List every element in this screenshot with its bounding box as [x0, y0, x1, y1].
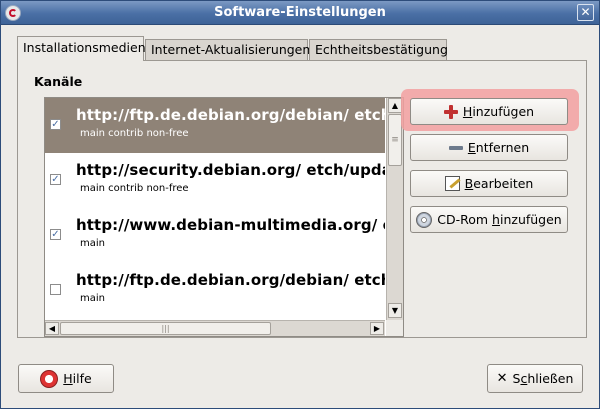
- remove-button[interactable]: Entfernen: [410, 134, 568, 161]
- channel-checkbox[interactable]: ✓: [50, 174, 61, 185]
- vertical-scroll-thumb[interactable]: ≡: [388, 114, 402, 166]
- add-cdrom-button[interactable]: CD-Rom hinzufügen: [410, 206, 568, 233]
- add-cdrom-button-label: CD-Rom hinzufügen: [437, 212, 562, 227]
- tab-authentication[interactable]: Echtheitsbestätigung: [309, 39, 448, 60]
- window-title: Software-Einstellungen: [214, 5, 386, 20]
- title-bar: Software-Einstellungen ✕: [1, 1, 599, 25]
- add-icon: [443, 104, 458, 119]
- tab-installation-media[interactable]: Installationsmedien: [17, 36, 146, 61]
- close-button-label: Schließen: [512, 371, 574, 386]
- channel-uri: http://ftp.de.debian.org/debian/ etch: [76, 106, 385, 124]
- remove-icon: [448, 145, 463, 150]
- channel-components: main: [80, 293, 105, 304]
- window-menu-icon[interactable]: [5, 5, 21, 21]
- vertical-scrollbar[interactable]: ▲ ≡ ▼: [386, 98, 403, 320]
- help-button-label: Hilfe: [63, 371, 92, 386]
- channel-row[interactable]: ✓ http://ftp.de.debian.org/debian/ etch …: [45, 98, 385, 153]
- channel-uri: http://www.debian-multimedia.org/ etch: [76, 216, 385, 234]
- close-button[interactable]: ✕ Schließen: [487, 364, 583, 393]
- scroll-up-arrow-icon[interactable]: ▲: [388, 98, 402, 113]
- channel-row[interactable]: ✓ http://www.debian-multimedia.org/ etch…: [45, 208, 385, 263]
- horizontal-scroll-thumb[interactable]: |||: [60, 322, 271, 335]
- channel-components: main: [80, 238, 105, 249]
- channel-checkbox[interactable]: ✓: [50, 229, 61, 240]
- channel-uri: http://security.debian.org/ etch/updates: [76, 161, 385, 179]
- channel-list: ✓ http://ftp.de.debian.org/debian/ etch …: [44, 97, 404, 337]
- edit-button-label: Bearbeiten: [464, 176, 534, 191]
- add-button[interactable]: Hinzufügen: [410, 98, 568, 125]
- scroll-down-arrow-icon[interactable]: ▼: [388, 303, 402, 318]
- channel-row[interactable]: ✓ http://security.debian.org/ etch/updat…: [45, 153, 385, 208]
- horizontal-scrollbar[interactable]: ◀ ||| ▶: [45, 320, 385, 336]
- channel-uri: http://ftp.de.debian.org/debian/ etch: [76, 271, 385, 289]
- channel-components: main contrib non-free: [80, 128, 189, 139]
- channel-row[interactable]: http://ftp.de.debian.org/debian/ etch ma…: [45, 263, 385, 318]
- edit-icon: [444, 176, 460, 191]
- close-icon: ✕: [496, 371, 508, 386]
- add-button-label: Hinzufügen: [462, 104, 535, 119]
- channel-checkbox[interactable]: [50, 284, 61, 295]
- channel-checkbox[interactable]: ✓: [50, 119, 61, 130]
- window-close-button[interactable]: ✕: [577, 4, 594, 21]
- channels-heading: Kanäle: [34, 74, 83, 89]
- help-button[interactable]: Hilfe: [18, 364, 114, 393]
- scroll-left-arrow-icon[interactable]: ◀: [45, 322, 59, 335]
- channel-components: main contrib non-free: [80, 183, 189, 194]
- tab-internet-updates[interactable]: Internet-Aktualisierungen: [145, 39, 310, 60]
- cdrom-icon: [416, 211, 433, 228]
- software-settings-window: Software-Einstellungen ✕ Installationsme…: [0, 0, 600, 409]
- scroll-right-arrow-icon[interactable]: ▶: [370, 322, 384, 335]
- scrollbar-corner: [386, 320, 403, 336]
- remove-button-label: Entfernen: [467, 140, 530, 155]
- edit-button[interactable]: Bearbeiten: [410, 170, 568, 197]
- help-icon: [40, 369, 59, 388]
